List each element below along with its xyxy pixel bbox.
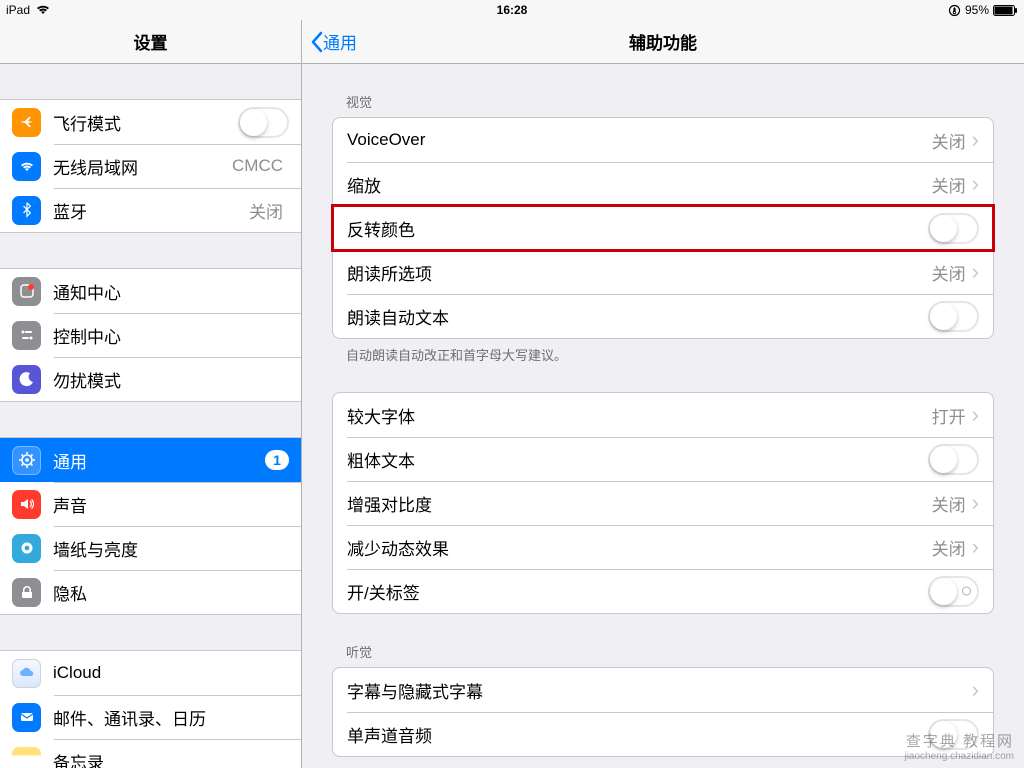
chevron-right-icon: › xyxy=(972,492,979,514)
dnd-icon xyxy=(12,365,41,394)
sidebar-item-label: 墙纸与亮度 xyxy=(53,536,289,561)
notifications-icon xyxy=(12,277,41,306)
sidebar-item-label: 控制中心 xyxy=(53,323,289,348)
sidebar-item-general[interactable]: 通用 1 xyxy=(0,438,301,482)
sidebar-item-label: 隐私 xyxy=(53,580,289,605)
row-increase-contrast[interactable]: 增强对比度 关闭 › xyxy=(333,481,993,525)
row-speak-autotext[interactable]: 朗读自动文本 xyxy=(333,294,993,338)
chevron-right-icon: › xyxy=(972,173,979,195)
row-speak-selection[interactable]: 朗读所选项 关闭 › xyxy=(333,250,993,294)
sidebar-item-label: iCloud xyxy=(53,663,289,683)
battery-icon xyxy=(993,5,1018,16)
row-larger-text[interactable]: 较大字体 打开 › xyxy=(333,393,993,437)
back-button[interactable]: 通用 xyxy=(302,29,357,54)
sidebar-item-wifi[interactable]: 无线局域网 CMCC xyxy=(0,144,301,188)
detail-title: 辅助功能 xyxy=(629,29,697,54)
rotation-lock-icon xyxy=(948,4,961,17)
sidebar-item-value: 关闭 xyxy=(249,198,283,223)
device-label: iPad xyxy=(6,3,30,17)
chevron-right-icon: › xyxy=(972,536,979,558)
section-header-hearing: 听觉 xyxy=(332,614,994,667)
sidebar-item-label: 无线局域网 xyxy=(53,154,232,179)
row-zoom[interactable]: 缩放 关闭 › xyxy=(333,162,993,206)
sidebar-item-sounds[interactable]: 声音 xyxy=(0,482,301,526)
sidebar-item-airplane[interactable]: 飞行模式 xyxy=(0,100,301,144)
airplane-toggle[interactable] xyxy=(238,107,289,138)
sidebar-item-bluetooth[interactable]: 蓝牙 关闭 xyxy=(0,188,301,232)
clock: 16:28 xyxy=(497,3,528,17)
sidebar-item-notifications[interactable]: 通知中心 xyxy=(0,269,301,313)
chevron-right-icon: › xyxy=(972,404,979,426)
sidebar-item-dnd[interactable]: 勿扰模式 xyxy=(0,357,301,401)
sidebar-item-label: 通知中心 xyxy=(53,279,289,304)
row-voiceover[interactable]: VoiceOver 关闭 › xyxy=(333,118,993,162)
mono-audio-toggle[interactable] xyxy=(928,719,979,750)
detail-pane: 通用 辅助功能 视觉 VoiceOver 关闭 › 缩放 关闭 › 反转颜色 xyxy=(302,20,1024,768)
sidebar-item-mail[interactable]: 邮件、通讯录、日历 xyxy=(0,695,301,739)
wifi-icon xyxy=(36,5,50,15)
sidebar-item-label: 邮件、通讯录、日历 xyxy=(53,705,289,730)
gear-icon xyxy=(12,446,41,475)
sidebar-item-control-center[interactable]: 控制中心 xyxy=(0,313,301,357)
sidebar-item-label: 通用 xyxy=(53,448,265,473)
detail-header: 通用 辅助功能 xyxy=(302,20,1024,64)
sound-icon xyxy=(12,490,41,519)
sidebar-item-wallpaper[interactable]: 墙纸与亮度 xyxy=(0,526,301,570)
sidebar-item-label: 备忘录 xyxy=(53,749,289,768)
notes-icon xyxy=(12,747,41,768)
badge: 1 xyxy=(265,450,289,470)
sidebar-item-icloud[interactable]: iCloud xyxy=(0,651,301,695)
airplane-icon xyxy=(12,108,41,137)
row-reduce-motion[interactable]: 减少动态效果 关闭 › xyxy=(333,525,993,569)
sidebar: 设置 飞行模式 无线局域网 CMCC 蓝牙 关闭 xyxy=(0,20,302,768)
battery-percent: 95% xyxy=(965,3,989,17)
row-invert-colors[interactable]: 反转颜色 xyxy=(333,206,993,250)
section-footer-vision: 自动朗读自动改正和首字母大写建议。 xyxy=(332,339,994,364)
chevron-right-icon: › xyxy=(972,129,979,151)
speak-autotext-toggle[interactable] xyxy=(928,301,979,332)
onoff-labels-toggle[interactable] xyxy=(928,576,979,607)
invert-colors-toggle[interactable] xyxy=(928,213,979,244)
section-header-vision: 视觉 xyxy=(332,64,994,117)
back-label: 通用 xyxy=(323,29,357,54)
bluetooth-icon xyxy=(12,196,41,225)
sidebar-item-value: CMCC xyxy=(232,156,283,176)
wallpaper-icon xyxy=(12,534,41,563)
row-bold-text[interactable]: 粗体文本 xyxy=(333,437,993,481)
sidebar-item-label: 飞行模式 xyxy=(53,110,238,135)
chevron-left-icon xyxy=(310,31,323,53)
mail-icon xyxy=(12,703,41,732)
bold-text-toggle[interactable] xyxy=(928,444,979,475)
chevron-right-icon: › xyxy=(972,261,979,283)
row-mono-audio[interactable]: 单声道音频 xyxy=(333,712,993,756)
chevron-right-icon: › xyxy=(972,679,979,701)
wifi-settings-icon xyxy=(12,152,41,181)
sidebar-item-label: 声音 xyxy=(53,492,289,517)
icloud-icon xyxy=(12,659,41,688)
sidebar-item-label: 蓝牙 xyxy=(53,198,249,223)
sidebar-item-privacy[interactable]: 隐私 xyxy=(0,570,301,614)
sidebar-item-label: 勿扰模式 xyxy=(53,367,289,392)
sidebar-item-notes[interactable]: 备忘录 xyxy=(0,739,301,768)
row-onoff-labels[interactable]: 开/关标签 xyxy=(333,569,993,613)
status-bar: iPad 16:28 95% xyxy=(0,0,1024,20)
sidebar-title: 设置 xyxy=(0,20,301,64)
control-center-icon xyxy=(12,321,41,350)
privacy-icon xyxy=(12,578,41,607)
row-subtitles[interactable]: 字幕与隐藏式字幕 › xyxy=(333,668,993,712)
